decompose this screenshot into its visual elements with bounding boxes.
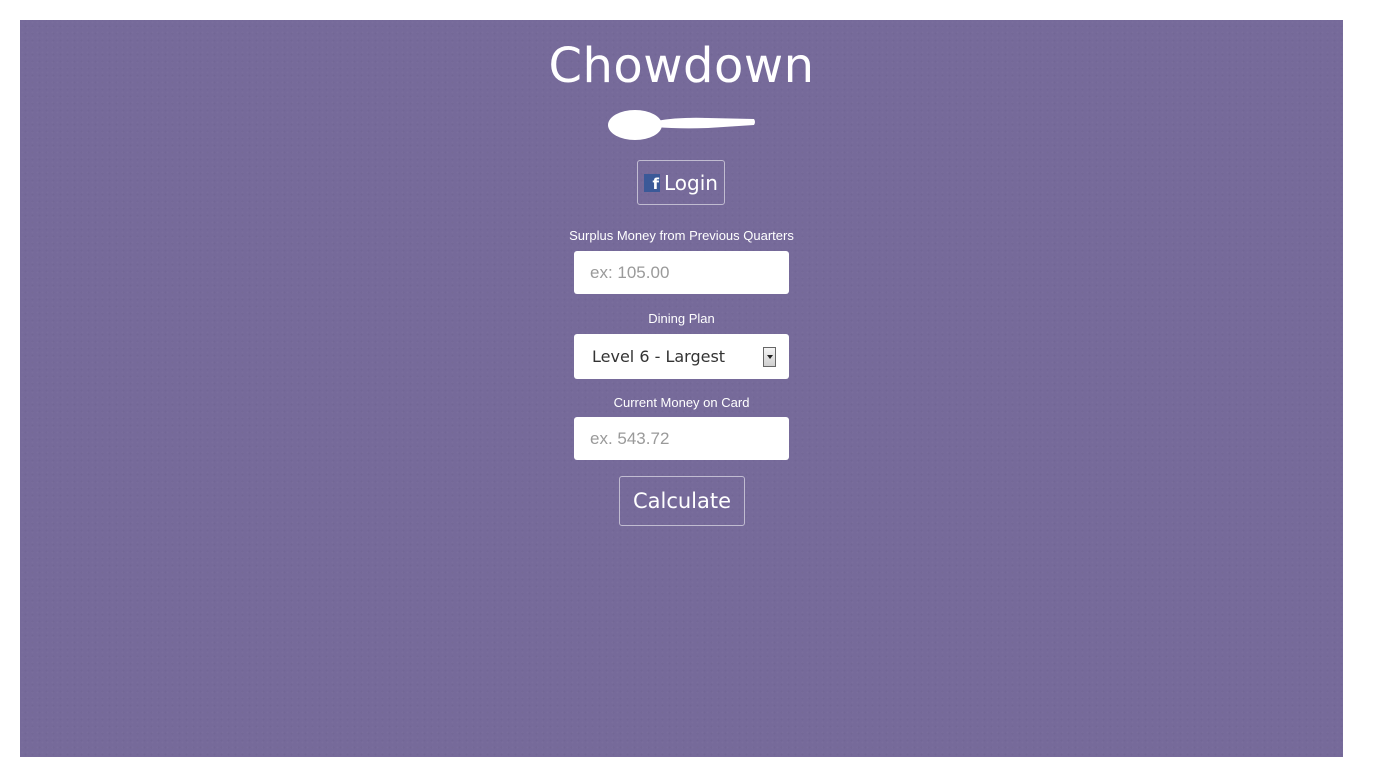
login-label: Login xyxy=(664,170,718,195)
dining-plan-selected-value: Level 6 - Largest xyxy=(592,347,726,366)
surplus-input[interactable] xyxy=(574,251,789,294)
app-title: Chowdown xyxy=(548,38,815,94)
dining-plan-label: Dining Plan xyxy=(648,311,715,326)
surplus-label: Surplus Money from Previous Quarters xyxy=(569,228,794,243)
page-background: Chowdown f Login Surplus Money from Prev… xyxy=(20,20,1343,757)
dining-plan-select[interactable]: Level 6 - Largest xyxy=(574,334,789,379)
facebook-icon: f xyxy=(644,173,661,192)
facebook-login-button[interactable]: f Login xyxy=(637,160,725,205)
calculate-button[interactable]: Calculate xyxy=(619,476,745,526)
current-money-label: Current Money on Card xyxy=(613,395,750,410)
dropdown-arrow-icon[interactable] xyxy=(763,346,776,367)
current-money-input[interactable] xyxy=(574,417,789,460)
spoon-icon xyxy=(608,110,755,140)
